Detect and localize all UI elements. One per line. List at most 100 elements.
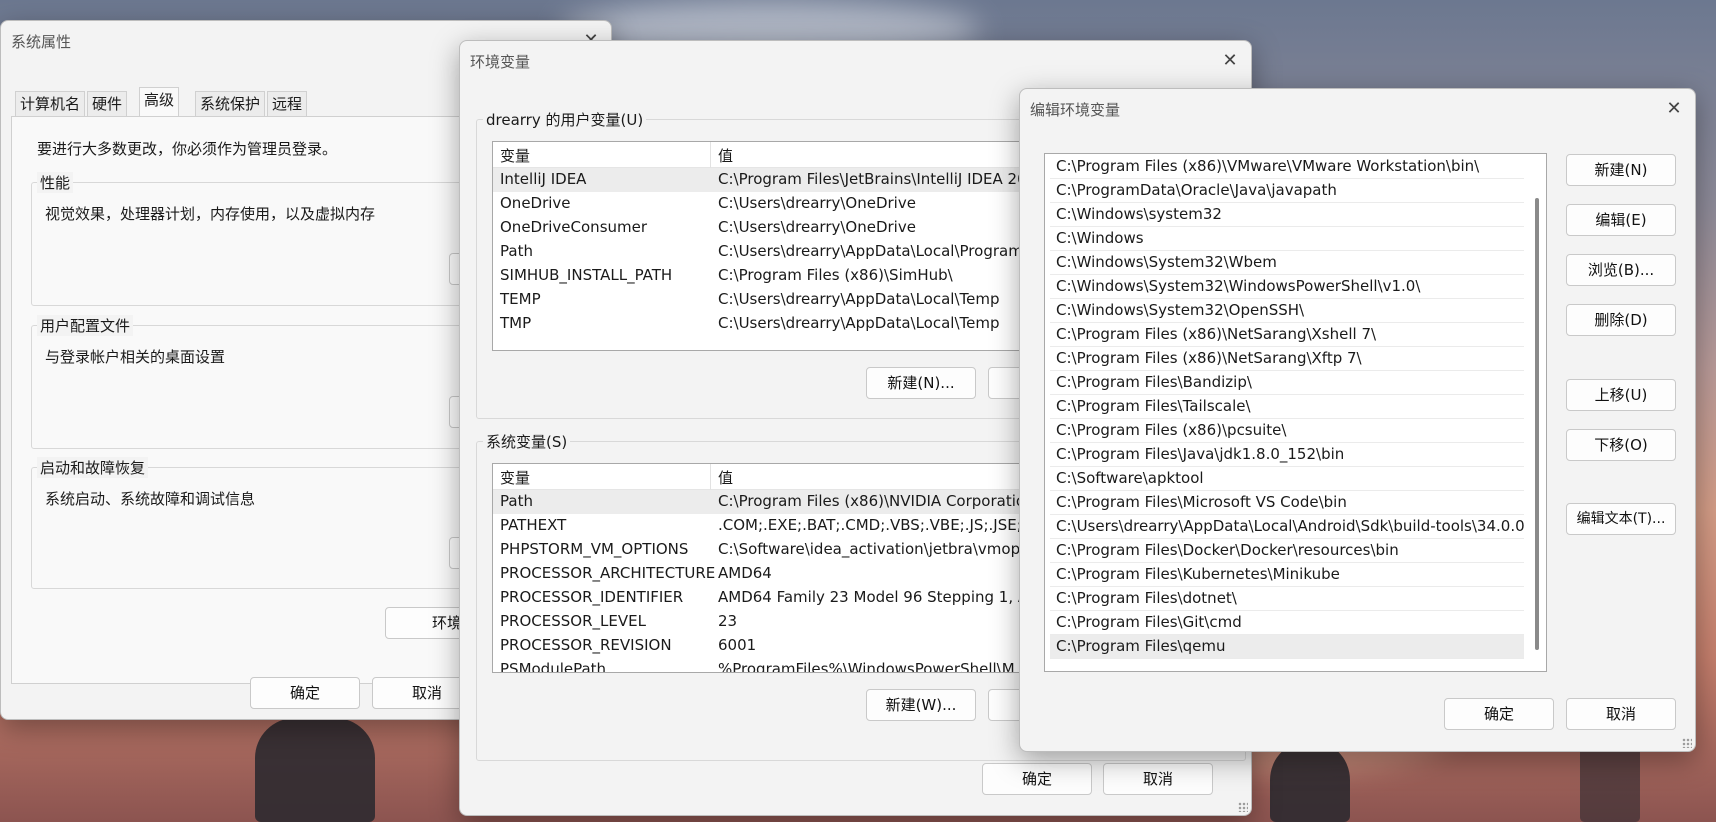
ok-button[interactable]: 确定 [982,763,1092,795]
list-item[interactable]: C:\Windows\System32\WindowsPowerShell\v1… [1050,275,1524,299]
variable-name: Path [500,492,533,510]
edit-environment-variable-window: 编辑环境变量 ✕ C:\Program Files (x86)\VMware\V… [1019,88,1696,752]
variable-name: PSModulePath [500,660,607,673]
user-new-button[interactable]: 新建(N)... [866,367,976,399]
path-entry-text: C:\Windows\System32\Wbem [1056,253,1277,271]
performance-title: 性能 [37,172,74,193]
variable-name: TEMP [500,290,541,308]
list-item[interactable]: C:\Windows [1050,227,1524,251]
list-item[interactable]: C:\Program Files\Git\cmd [1050,611,1524,635]
variable-value: %ProgramFiles%\WindowsPowerShell\M [718,660,1015,673]
variable-name: SIMHUB_INSTALL_PATH [500,266,673,284]
variable-name: OneDriveConsumer [500,218,648,236]
variable-value: AMD64 Family 23 Model 96 Stepping 1, A [718,588,1029,606]
browse-button[interactable]: 浏览(B)... [1566,254,1676,286]
variable-name: PHPSTORM_VM_OPTIONS [500,540,689,558]
cancel-button[interactable]: 取消 [1566,698,1676,730]
variable-value: C:\Program Files (x86)\NVIDIA Corporatio… [718,492,1035,510]
list-item[interactable]: C:\Program Files (x86)\VMware\VMware Wor… [1050,155,1524,179]
list-item[interactable]: C:\Program Files (x86)\pcsuite\ [1050,419,1524,443]
path-entry-text: C:\Program Files (x86)\NetSarang\Xshell … [1056,325,1377,343]
tab-advanced[interactable]: 高级 [139,87,180,117]
list-item[interactable]: C:\Program Files\qemu [1050,635,1524,659]
list-item[interactable]: C:\Program Files\Java\jdk1.8.0_152\bin [1050,443,1524,467]
edit-text-button[interactable]: 编辑文本(T)... [1566,503,1676,535]
variable-name: Path [500,242,533,260]
close-icon[interactable]: ✕ [1216,47,1244,75]
system-new-button[interactable]: 新建(W)... [866,689,976,721]
list-item[interactable]: C:\Software\apktool [1050,467,1524,491]
list-item[interactable]: C:\Users\drearry\AppData\Local\Android\S… [1050,515,1525,539]
delete-entry-button[interactable]: 删除(D) [1566,304,1676,336]
variable-value: C:\Program Files\JetBrains\IntelliJ IDEA… [718,170,1027,188]
list-item[interactable]: C:\Program Files\Kubernetes\Minikube [1050,563,1524,587]
path-entry-text: C:\Program Files\Bandizip\ [1056,373,1252,391]
startup-recovery-desc: 系统启动、系统故障和调试信息 [45,490,256,508]
column-value[interactable]: 值 [718,467,733,488]
path-entry-text: C:\Windows\System32\OpenSSH\ [1056,301,1305,319]
path-entry-text: C:\Program Files (x86)\VMware\VMware Wor… [1056,157,1480,175]
tab-computer-name[interactable]: 计算机名 [15,91,86,117]
column-value[interactable]: 值 [718,145,733,166]
variable-value: .COM;.EXE;.BAT;.CMD;.VBS;.VBE;.JS;.JSE;.… [718,516,1042,534]
move-down-button[interactable]: 下移(O) [1566,429,1676,461]
list-item[interactable]: C:\ProgramData\Oracle\Java\javapath [1050,179,1524,203]
list-item[interactable]: C:\Program Files\dotnet\ [1050,587,1524,611]
list-item[interactable]: C:\Program Files\Microsoft VS Code\bin [1050,491,1524,515]
tab-system-protection[interactable]: 系统保护 [195,91,266,117]
list-item[interactable]: C:\Windows\System32\OpenSSH\ [1050,299,1524,323]
variable-value: C:\Users\drearry\OneDrive [718,194,916,212]
variable-value: C:\Users\drearry\AppData\Local\Temp [718,290,1000,308]
path-entry-text: C:\Windows\system32 [1056,205,1222,223]
variable-value: C:\Users\drearry\OneDrive [718,218,916,236]
move-up-button[interactable]: 上移(U) [1566,379,1676,411]
edit-entry-button[interactable]: 编辑(E) [1566,204,1676,236]
list-item[interactable]: C:\Windows\system32 [1050,203,1524,227]
variable-value: 23 [718,612,738,630]
variable-value: C:\Users\drearry\AppData\Local\Temp [718,314,1000,332]
resize-grip[interactable] [1238,802,1248,812]
titlebar: 编辑环境变量 ✕ [1020,89,1695,129]
list-item[interactable]: C:\Program Files (x86)\NetSarang\Xshell … [1050,323,1524,347]
variable-value: AMD64 [718,564,772,582]
path-entries-list[interactable]: C:\Program Files (x86)\VMware\VMware Wor… [1044,153,1547,672]
close-icon[interactable]: ✕ [1660,95,1688,123]
list-item[interactable]: C:\Program Files\Bandizip\ [1050,371,1524,395]
path-entry-text: C:\Windows [1056,229,1144,247]
variable-value: C:\Software\idea_activation\jetbra\vmopt [718,540,1026,558]
ok-button[interactable]: 确定 [250,677,360,709]
path-entry-text: C:\Program Files\Git\cmd [1056,613,1242,631]
system-variables-title: 系统变量(S) [483,431,571,452]
list-item[interactable]: C:\Program Files\Docker\Docker\resources… [1050,539,1524,563]
path-entry-text: C:\Program Files\Microsoft VS Code\bin [1056,493,1347,511]
list-item[interactable]: C:\Program Files\Tailscale\ [1050,395,1524,419]
path-entry-text: C:\Program Files (x86)\NetSarang\Xftp 7\ [1056,349,1362,367]
path-entry-text: C:\Program Files\dotnet\ [1056,589,1237,607]
list-item[interactable]: C:\Program Files (x86)\NetSarang\Xftp 7\ [1050,347,1524,371]
titlebar: 环境变量 ✕ [460,41,1251,81]
variable-name: PROCESSOR_ARCHITECTURE [500,564,716,582]
path-entry-text: C:\Users\drearry\AppData\Local\Android\S… [1056,517,1525,535]
user-profile-title: 用户配置文件 [37,315,134,336]
variable-name: PROCESSOR_IDENTIFIER [500,588,684,606]
column-variable[interactable]: 变量 [500,145,530,166]
tab-hardware[interactable]: 硬件 [87,91,128,117]
column-variable[interactable]: 变量 [500,467,530,488]
cancel-button[interactable]: 取消 [1103,763,1213,795]
scrollbar[interactable] [1535,198,1539,650]
ok-button[interactable]: 确定 [1444,698,1554,730]
variable-name: IntelliJ IDEA [500,170,587,188]
variable-value: C:\Users\drearry\AppData\Local\Program [718,242,1023,260]
variable-value: 6001 [718,636,757,654]
path-entry-text: C:\Program Files\qemu [1056,637,1226,655]
resize-grip[interactable] [1682,738,1692,748]
list-item[interactable]: C:\Windows\System32\Wbem [1050,251,1524,275]
new-entry-button[interactable]: 新建(N) [1566,154,1676,186]
path-entry-text: C:\Program Files (x86)\pcsuite\ [1056,421,1287,439]
column-separator [710,142,711,168]
user-profile-desc: 与登录帐户相关的桌面设置 [45,348,226,366]
startup-recovery-title: 启动和故障恢复 [37,457,149,478]
variable-value: C:\Program Files (x86)\SimHub\ [718,266,953,284]
tab-remote[interactable]: 远程 [267,91,308,117]
path-entry-text: C:\ProgramData\Oracle\Java\javapath [1056,181,1337,199]
